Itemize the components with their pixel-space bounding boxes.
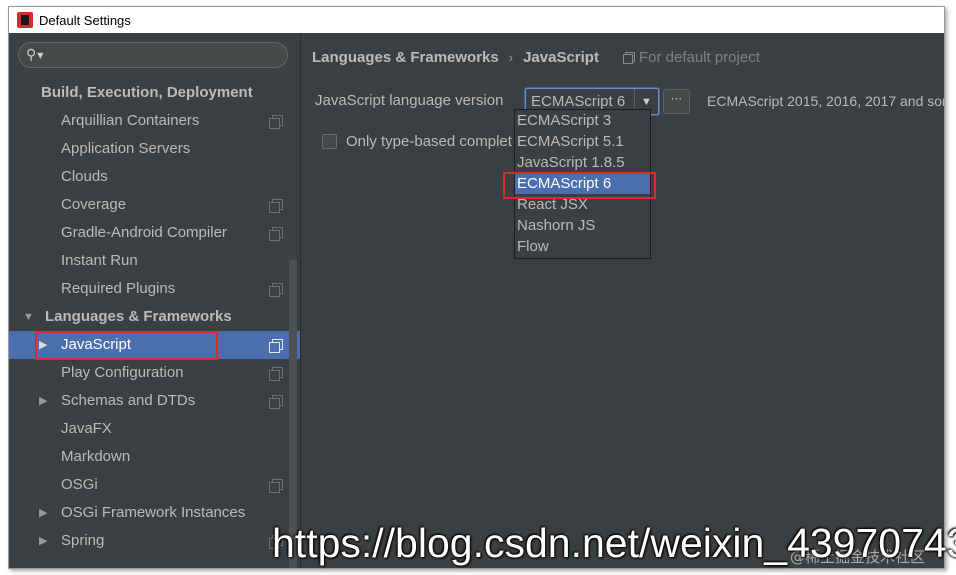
sidebar-item-label: Clouds	[61, 168, 108, 185]
watermark-url: https://blog.csdn.net/weixin_43970743	[272, 520, 956, 566]
sidebar-item-label: Instant Run	[61, 252, 138, 269]
sidebar-item-label: JavaScript	[61, 336, 132, 353]
sidebar-item-label: JavaFX	[61, 420, 112, 437]
sidebar-item-application-servers[interactable]: Application Servers	[9, 135, 300, 163]
expanded-arrow-icon[interactable]: ▼	[23, 303, 34, 331]
sidebar-item-build-execution-deployment[interactable]: Build, Execution, Deployment	[9, 79, 300, 107]
sidebar-item-required-plugins[interactable]: Required Plugins	[9, 275, 300, 303]
sidebar-item-label: Build, Execution, Deployment	[41, 84, 253, 101]
sidebar-item-languages-frameworks[interactable]: ▼ Languages & Frameworks	[9, 303, 300, 331]
sidebar-item-spring[interactable]: ▶ Spring	[9, 527, 300, 555]
sidebar-item-label: Languages & Frameworks	[45, 308, 232, 325]
sidebar-item-label: Play Configuration	[61, 364, 184, 381]
window-title: Default Settings	[39, 12, 131, 28]
settings-window: Default Settings ⚲ ▼ Build, Execution, D…	[8, 6, 945, 569]
dropdown-option-nashorn-js[interactable]: Nashorn JS	[515, 215, 650, 236]
collapsed-arrow-icon[interactable]: ▶	[39, 527, 47, 555]
screenshot-frame: Default Settings ⚲ ▼ Build, Execution, D…	[0, 0, 956, 575]
settings-tree: Build, Execution, Deployment Arquillian C…	[9, 79, 300, 555]
copy-settings-icon	[269, 227, 283, 241]
language-version-value: ECMAScript 6	[531, 93, 626, 110]
breadcrumb-current: JavaScript	[523, 48, 599, 66]
language-version-dropdown: ECMAScript 3 ECMAScript 5.1 JavaScript 1.8…	[514, 109, 651, 259]
copy-settings-icon	[269, 339, 283, 353]
sidebar-item-label: Markdown	[61, 448, 131, 465]
sidebar-item-instant-run[interactable]: Instant Run	[9, 247, 300, 275]
search-input[interactable]: ⚲ ▼	[18, 42, 288, 68]
language-options-button[interactable]: ···	[663, 89, 690, 114]
dropdown-option-flow[interactable]: Flow	[515, 236, 650, 257]
sidebar-item-label: OSGi	[61, 476, 98, 493]
sidebar-item-osgi[interactable]: OSGi	[9, 471, 300, 499]
copy-settings-icon	[269, 283, 283, 297]
breadcrumb: Languages & Frameworks › JavaScript For …	[312, 46, 760, 68]
sidebar-item-gradle-android-compiler[interactable]: Gradle-Android Compiler	[9, 219, 300, 247]
sidebar-item-markdown[interactable]: Markdown	[9, 443, 300, 471]
copy-settings-icon	[622, 51, 635, 64]
sidebar-item-label: Gradle-Android Compiler	[61, 224, 227, 241]
sidebar-item-label: Spring	[61, 532, 105, 549]
copy-settings-icon	[269, 395, 283, 409]
sidebar-item-javascript[interactable]: ▶ JavaScript	[9, 331, 300, 359]
sidebar-item-osgi-framework-instances[interactable]: ▶ OSGi Framework Instances	[9, 499, 300, 527]
collapsed-arrow-icon[interactable]: ▶	[39, 499, 47, 527]
only-type-based-checkbox[interactable]	[322, 134, 337, 149]
sidebar-item-javafx[interactable]: JavaFX	[9, 415, 300, 443]
search-icon[interactable]: ⚲	[26, 47, 36, 63]
dropdown-option-ecmascript-3[interactable]: ECMAScript 3	[515, 110, 650, 131]
dropdown-option-ecmascript-6[interactable]: ECMAScript 6	[515, 173, 650, 194]
sidebar-item-schemas-and-dtds[interactable]: ▶ Schemas and DTDs	[9, 387, 300, 415]
intellij-app-icon	[17, 12, 33, 28]
copy-settings-icon	[269, 479, 283, 493]
sidebar-item-label: Application Servers	[61, 140, 191, 157]
sidebar-item-label: Required Plugins	[61, 280, 176, 297]
copy-settings-icon	[269, 367, 283, 381]
only-type-based-label: Only type-based complet	[346, 133, 512, 150]
sidebar-item-label: Coverage	[61, 196, 127, 213]
copy-settings-icon	[269, 199, 283, 213]
settings-sidebar: ⚲ ▼ Build, Execution, Deployment Arquilli…	[9, 34, 300, 568]
sidebar-item-label: Schemas and DTDs	[61, 392, 196, 409]
collapsed-arrow-icon[interactable]: ▶	[39, 331, 47, 359]
collapsed-arrow-icon[interactable]: ▶	[39, 387, 47, 415]
sidebar-item-play-configuration[interactable]: Play Configuration	[9, 359, 300, 387]
sidebar-item-arquillian-containers[interactable]: Arquillian Containers	[9, 107, 300, 135]
breadcrumb-scope-note: For default project	[638, 48, 760, 66]
dropdown-option-react-jsx[interactable]: React JSX	[515, 194, 650, 215]
sidebar-item-coverage[interactable]: Coverage	[9, 191, 300, 219]
only-type-based-option[interactable]: Only type-based complet	[322, 133, 512, 150]
language-version-description: ECMAScript 2015, 2016, 2017 and some	[707, 93, 945, 109]
chevron-down-icon[interactable]: ▼	[37, 51, 43, 60]
dropdown-option-javascript-1-8-5[interactable]: JavaScript 1.8.5	[515, 152, 650, 173]
breadcrumb-parent: Languages & Frameworks	[312, 48, 499, 66]
language-version-label: JavaScript language version	[315, 92, 504, 109]
title-bar: Default Settings	[9, 7, 944, 33]
dropdown-option-ecmascript-5-1[interactable]: ECMAScript 5.1	[515, 131, 650, 152]
sidebar-item-label: OSGi Framework Instances	[61, 504, 246, 521]
breadcrumb-separator: ›	[508, 49, 514, 65]
sidebar-item-label: Arquillian Containers	[61, 112, 200, 129]
copy-settings-icon	[269, 115, 283, 129]
sidebar-item-clouds[interactable]: Clouds	[9, 163, 300, 191]
